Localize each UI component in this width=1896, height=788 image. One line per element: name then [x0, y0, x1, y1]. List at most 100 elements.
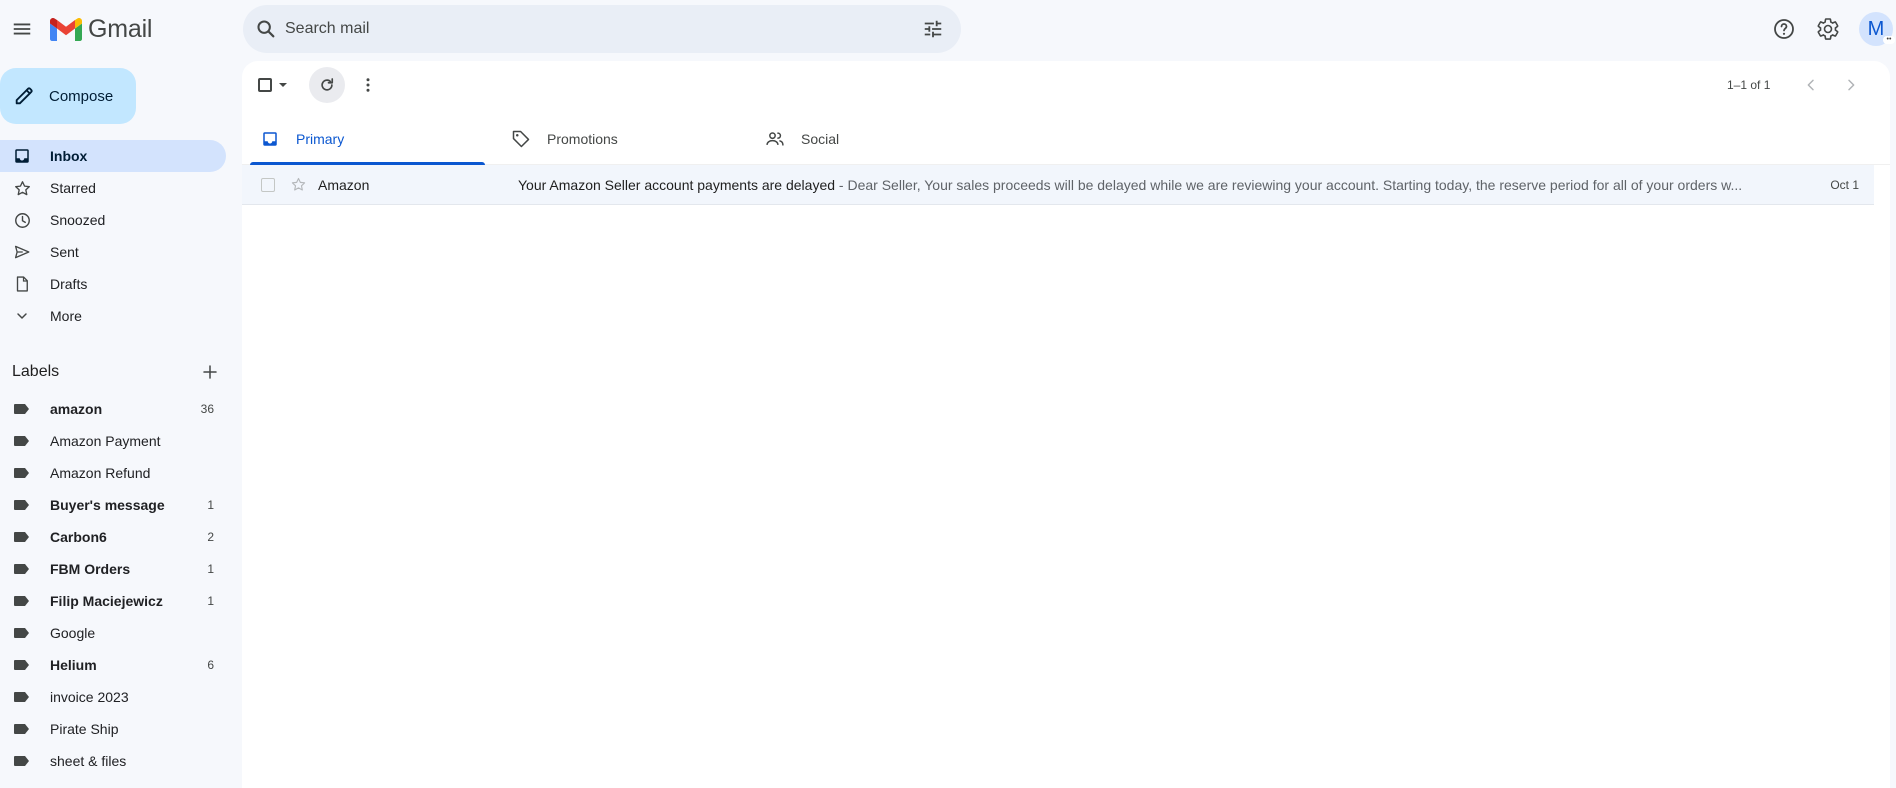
app-name: Gmail	[88, 14, 153, 43]
mail-panel: 1–1 of 1 Primary Promotions Social Amazo…	[242, 61, 1890, 788]
label-name: Buyer's message	[50, 497, 165, 513]
support-button[interactable]	[1768, 13, 1800, 45]
label-count: 1	[207, 562, 214, 576]
nav-item-drafts[interactable]: Drafts	[0, 268, 226, 300]
star-toggle-icon[interactable]	[288, 175, 308, 195]
labels-header: Labels	[12, 360, 222, 384]
label-tag-icon	[12, 527, 32, 547]
checkbox-icon	[258, 78, 272, 92]
label-item-amazon-payment[interactable]: Amazon Payment	[0, 425, 226, 457]
label-item-buyers-message[interactable]: Buyer's message 1	[0, 489, 226, 521]
category-tabs: Primary Promotions Social	[242, 113, 1890, 165]
label-tag-icon	[12, 623, 32, 643]
tab-label: Promotions	[547, 131, 618, 147]
label-name: Amazon Payment	[50, 433, 161, 449]
tab-label: Social	[801, 131, 840, 147]
account-avatar[interactable]: M ••	[1859, 12, 1895, 46]
nav-label: Drafts	[50, 276, 88, 292]
label-item-invoice-2023[interactable]: invoice 2023	[0, 681, 226, 713]
label-item-sheet-files[interactable]: sheet & files	[0, 745, 226, 777]
gear-icon	[1817, 18, 1839, 40]
star-icon	[12, 178, 32, 198]
label-tag-icon	[12, 463, 32, 483]
nav-item-sent[interactable]: Sent	[0, 236, 226, 268]
label-name: FBM Orders	[50, 561, 131, 577]
nav-label: More	[50, 308, 82, 324]
chevron-left-icon	[1807, 79, 1814, 91]
email-subject: Your Amazon Seller account payments are …	[518, 176, 836, 193]
email-date: Oct 1	[1830, 177, 1859, 192]
search-input[interactable]	[285, 11, 845, 47]
nav-label: Sent	[50, 244, 79, 260]
label-tag-icon	[12, 431, 32, 451]
inbox-tab-icon	[259, 128, 281, 150]
settings-button[interactable]	[1812, 13, 1844, 45]
avatar-initial: M	[1867, 17, 1885, 40]
label-tag-icon	[12, 655, 32, 675]
compose-label: Compose	[49, 87, 114, 105]
tab-social[interactable]: Social	[764, 113, 999, 165]
tab-primary[interactable]: Primary	[259, 113, 494, 165]
avatar-badge-icon: ••	[1883, 36, 1895, 44]
tab-label: Primary	[296, 131, 345, 147]
label-item-filip-maciejewicz[interactable]: Filip Maciejewicz 1	[0, 585, 226, 617]
label-name: Helium	[50, 657, 97, 673]
list-toolbar: 1–1 of 1	[242, 61, 1890, 109]
email-row[interactable]: Amazon Your Amazon Seller account paymen…	[242, 165, 1874, 205]
nav-label: Inbox	[50, 148, 88, 164]
top-header: Gmail M ••	[0, 0, 1896, 58]
chevron-right-icon	[1848, 79, 1855, 91]
row-checkbox[interactable]	[261, 177, 275, 192]
nav-label: Starred	[50, 180, 96, 196]
nav-item-starred[interactable]: Starred	[0, 172, 226, 204]
search-icon[interactable]	[253, 16, 279, 42]
gmail-m-icon	[50, 17, 82, 41]
email-list: Amazon Your Amazon Seller account paymen…	[242, 165, 1874, 205]
label-tag-icon	[12, 495, 32, 515]
label-item-google[interactable]: Google	[0, 617, 226, 649]
pagination-count: 1–1 of 1	[1727, 78, 1771, 92]
label-name: Amazon Refund	[50, 465, 151, 481]
label-item-pirate-ship[interactable]: Pirate Ship	[0, 713, 226, 745]
label-tag-icon	[12, 399, 32, 419]
older-button[interactable]	[1839, 73, 1863, 97]
refresh-button[interactable]	[309, 67, 345, 103]
select-all-checkbox[interactable]	[258, 75, 292, 95]
nav-item-inbox[interactable]: Inbox	[0, 140, 226, 172]
label-item-amazon[interactable]: amazon 36	[0, 393, 226, 425]
mailbox-nav: Inbox Starred Snoozed Sent Drafts More	[0, 140, 226, 332]
label-item-carbon6[interactable]: Carbon6 2	[0, 521, 226, 553]
label-tag-icon	[12, 719, 32, 739]
label-item-helium[interactable]: Helium 6	[0, 649, 226, 681]
label-item-fbm-orders[interactable]: FBM Orders 1	[0, 553, 226, 585]
nav-item-more[interactable]: More	[0, 300, 226, 332]
help-icon	[1774, 19, 1794, 39]
tag-icon	[510, 128, 532, 150]
label-name: Filip Maciejewicz	[50, 593, 163, 609]
more-actions-button[interactable]	[356, 73, 380, 97]
people-icon	[764, 128, 786, 150]
label-count: 6	[207, 658, 214, 672]
label-count: 36	[200, 402, 214, 416]
label-name: Pirate Ship	[50, 721, 119, 737]
search-bar[interactable]	[243, 5, 961, 53]
sidebar: Compose Inbox Starred Snoozed Sent Draft…	[0, 58, 242, 788]
nav-item-snoozed[interactable]: Snoozed	[0, 204, 226, 236]
label-item-amazon-refund[interactable]: Amazon Refund	[0, 457, 226, 489]
compose-button[interactable]: Compose	[0, 68, 136, 124]
label-tag-icon	[12, 687, 32, 707]
create-label-button[interactable]	[198, 360, 222, 384]
label-name: Google	[50, 625, 96, 641]
hamburger-icon	[13, 23, 31, 35]
gmail-logo[interactable]: Gmail	[50, 14, 152, 44]
plus-icon	[203, 365, 217, 379]
main-menu-button[interactable]	[4, 5, 40, 53]
search-options-button[interactable]	[919, 15, 947, 43]
email-separator: -	[835, 176, 848, 193]
newer-button[interactable]	[1799, 73, 1823, 97]
tab-promotions[interactable]: Promotions	[510, 113, 745, 165]
label-name: invoice 2023	[50, 689, 129, 705]
label-tag-icon	[12, 591, 32, 611]
caret-down-icon[interactable]	[278, 80, 288, 90]
email-sender: Amazon	[318, 176, 370, 193]
